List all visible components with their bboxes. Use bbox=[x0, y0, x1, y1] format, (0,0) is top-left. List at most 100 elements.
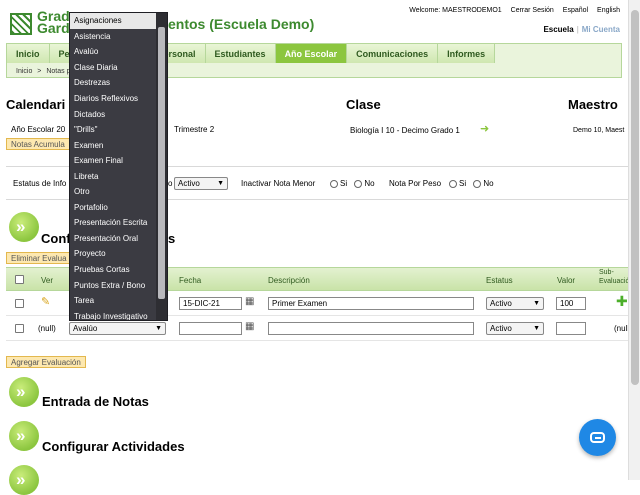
inactivate-label: Inactivar Nota Menor bbox=[241, 179, 316, 188]
tab-ano-escolar[interactable]: Año Escolar bbox=[275, 44, 348, 63]
calendar-icon[interactable]: ▦ bbox=[245, 296, 254, 307]
weight-no-label: No bbox=[483, 179, 494, 188]
dropdown-scrollbar[interactable] bbox=[156, 13, 167, 320]
row-ver-null: (null) bbox=[38, 324, 56, 333]
dropdown-scroll-thumb[interactable] bbox=[158, 27, 165, 299]
page-title: entos (Escuela Demo) bbox=[168, 16, 315, 32]
dropdown-option[interactable]: Examen bbox=[70, 137, 157, 153]
tab-informes[interactable]: Informes bbox=[438, 44, 496, 63]
weight-yes-radio[interactable] bbox=[449, 179, 457, 188]
chevron-down-icon: ▼ bbox=[533, 325, 540, 332]
date-input-empty[interactable] bbox=[179, 322, 242, 335]
value-input[interactable]: 100 bbox=[556, 297, 586, 310]
account-link[interactable]: Mi Cuenta bbox=[582, 25, 620, 34]
logout-link[interactable]: Cerrar Sesión bbox=[511, 7, 554, 14]
dropdown-option[interactable]: Presentación Escrita bbox=[70, 215, 157, 231]
dropdown-list: Asignaciones Asistencia Avalúo Clase Diaria… bbox=[70, 13, 157, 320]
date-input[interactable]: 15-DIC-21 bbox=[179, 297, 242, 310]
welcome-text: Welcome: MAESTRODEMO1 bbox=[409, 7, 502, 14]
col-sub-2: Evaluació bbox=[599, 278, 630, 285]
col-fecha: Fecha bbox=[179, 276, 202, 285]
value-input-empty[interactable] bbox=[556, 322, 586, 335]
dropdown-option[interactable]: Libreta bbox=[70, 168, 157, 184]
status-label-suffix: o bbox=[168, 179, 173, 188]
dropdown-option[interactable]: Clase Diaria bbox=[70, 60, 157, 76]
row-status-value: Activo bbox=[490, 299, 512, 308]
teacher-value: Demo 10, Maest bbox=[573, 127, 625, 134]
status-label: Estatus de Info bbox=[13, 179, 67, 188]
row-checkbox[interactable] bbox=[15, 324, 24, 333]
add-evaluation-button[interactable]: Agregar Evaluación bbox=[6, 356, 86, 368]
school-row: Escuela | Mi Cuenta bbox=[543, 25, 620, 34]
row-checkbox[interactable] bbox=[15, 299, 24, 308]
arrow-right-icon[interactable]: ➜ bbox=[480, 122, 489, 135]
expand-config-icon[interactable]: » bbox=[9, 212, 39, 242]
dropdown-option[interactable]: Portafolio bbox=[70, 200, 157, 216]
school-year-value: Año Escolar 20 bbox=[11, 125, 66, 134]
dropdown-option[interactable]: Pruebas Cortas bbox=[70, 262, 157, 278]
dropdown-option[interactable]: Tarea bbox=[70, 293, 157, 309]
page-scrollbar[interactable] bbox=[628, 0, 640, 480]
chat-button[interactable] bbox=[579, 419, 616, 456]
chevron-down-icon: ▼ bbox=[217, 180, 224, 187]
logo-icon bbox=[10, 13, 32, 35]
inactivate-no-label: No bbox=[364, 179, 375, 188]
dropdown-option[interactable]: Otro bbox=[70, 184, 157, 200]
description-input[interactable]: Primer Examen bbox=[268, 297, 474, 310]
weight-yes-label: Si bbox=[459, 179, 467, 188]
inactivate-radios: Si No bbox=[325, 179, 375, 188]
config-section-title-right: s bbox=[168, 231, 176, 246]
dropdown-option[interactable]: Destrezas bbox=[70, 75, 157, 91]
breadcrumb-home[interactable]: Inicio bbox=[16, 68, 32, 75]
col-descripcion: Descripción bbox=[268, 276, 310, 285]
trimester-value: Trimestre 2 bbox=[174, 125, 215, 134]
chevron-down-icon: ▼ bbox=[533, 300, 540, 307]
breadcrumb-sep: > bbox=[37, 68, 42, 75]
evaluation-type-value: Avalúo bbox=[73, 324, 98, 333]
dropdown-option[interactable]: Asignaciones bbox=[70, 13, 157, 29]
calendar-icon[interactable]: ▦ bbox=[245, 321, 254, 332]
inactivate-no-radio[interactable] bbox=[354, 179, 363, 188]
breadcrumb: Inicio > Notas p bbox=[16, 68, 70, 75]
expand-activities-icon[interactable]: » bbox=[9, 421, 39, 451]
row-status-select[interactable]: Activo ▼ bbox=[486, 322, 544, 335]
description-input-empty[interactable] bbox=[268, 322, 474, 335]
inactivate-yes-radio[interactable] bbox=[330, 179, 338, 188]
col-sub-1: Sub- bbox=[599, 269, 614, 276]
class-heading: Clase bbox=[346, 97, 381, 112]
delete-evaluation-button[interactable]: Eliminar Evalua bbox=[6, 252, 72, 264]
select-all-checkbox[interactable] bbox=[15, 275, 24, 284]
dropdown-option[interactable]: Dictados bbox=[70, 106, 157, 122]
status-select[interactable]: Activo ▼ bbox=[174, 177, 228, 190]
school-link[interactable]: Escuela bbox=[543, 25, 573, 34]
evaluation-type-dropdown[interactable]: Asignaciones Asistencia Avalúo Clase Diaria… bbox=[69, 12, 168, 321]
weight-no-radio[interactable] bbox=[473, 179, 482, 188]
tab-inicio[interactable]: Inicio bbox=[7, 44, 50, 63]
pencil-icon[interactable]: ✎ bbox=[41, 295, 50, 308]
row-status-value: Activo bbox=[490, 324, 512, 333]
inactivate-yes-label: Si bbox=[340, 179, 348, 188]
dropdown-option[interactable]: Trabajo Investigativo bbox=[70, 308, 157, 320]
tab-estudiantes[interactable]: Estudiantes bbox=[205, 44, 276, 63]
evaluation-type-select[interactable]: Avalúo ▼ bbox=[69, 322, 166, 335]
dropdown-option[interactable]: "Drills" bbox=[70, 122, 157, 138]
lang-en-link[interactable]: English bbox=[597, 7, 620, 14]
lang-es-link[interactable]: Español bbox=[563, 7, 588, 14]
tab-comunicaciones[interactable]: Comunicaciones bbox=[347, 44, 439, 63]
dropdown-option[interactable]: Avalúo bbox=[70, 44, 157, 60]
dropdown-option[interactable]: Proyecto bbox=[70, 246, 157, 262]
dropdown-option[interactable]: Diarios Reflexivos bbox=[70, 91, 157, 107]
page-scroll-thumb[interactable] bbox=[631, 10, 639, 385]
row-status-select[interactable]: Activo ▼ bbox=[486, 297, 544, 310]
activities-title: Configurar Actividades bbox=[42, 439, 185, 454]
chat-icon bbox=[590, 432, 605, 443]
expand-grade-entry-icon[interactable]: » bbox=[9, 377, 39, 407]
weight-label: Nota Por Peso bbox=[389, 179, 442, 188]
accumulated-grades-button[interactable]: Notas Acumula bbox=[6, 138, 70, 150]
add-sub-icon[interactable]: ✚ bbox=[616, 293, 628, 310]
dropdown-option[interactable]: Puntos Extra / Bono bbox=[70, 277, 157, 293]
dropdown-option[interactable]: Asistencia bbox=[70, 29, 157, 45]
dropdown-option[interactable]: Examen Final bbox=[70, 153, 157, 169]
dropdown-option[interactable]: Presentación Oral bbox=[70, 231, 157, 247]
expand-next-section-icon[interactable]: » bbox=[9, 465, 39, 495]
